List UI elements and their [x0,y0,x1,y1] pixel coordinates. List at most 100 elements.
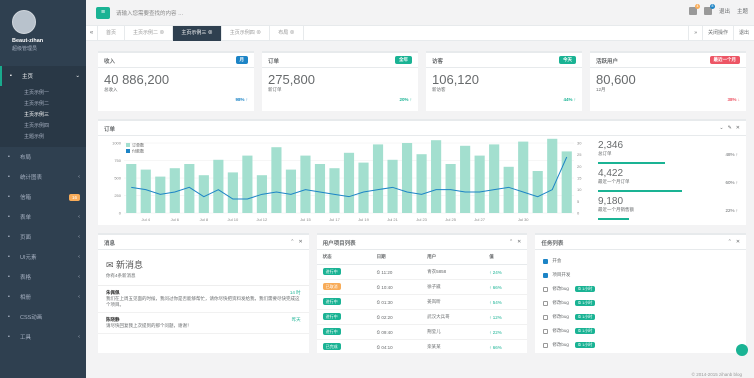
sidebar-item-label: UI元素 [20,255,37,261]
exit-link[interactable]: 退出 [719,7,730,15]
tab-scroll-left-button[interactable]: « [86,25,98,41]
checkbox[interactable] [543,328,549,334]
message-item[interactable]: 陈晓静 昨天 请尽快回复我上次提到的那个问题，谢谢！ [98,313,309,334]
close-icon[interactable]: ✕ [736,125,740,131]
todo-text: 修改bug [552,314,569,319]
table-row[interactable]: 进行中 ⏲ 02:20 武汉大兵哥 ↑ 12% [316,309,528,325]
checkbox[interactable] [543,258,549,264]
collapse-icon[interactable]: ⌄ [719,125,723,131]
table-row[interactable]: 已取消 ⏲ 10:40 徐子崴 ↑ 66% [316,279,528,295]
table-row[interactable]: 进行中 ⏲ 01:30 姜岚昕 ↑ 54% [316,294,528,310]
close-icon[interactable]: ✕ [736,239,740,245]
table-row[interactable]: 进行中 ⏲ 09:40 荆莹儿 ↑ 22% [316,324,528,340]
table-row[interactable]: 进行中 ⏲ 11:20 青衣5858 ↑ 24% [316,264,528,280]
sidebar-item[interactable]: ▪ UI元素 ‹ [0,247,86,267]
envelope-icon[interactable]: 4 [688,4,700,15]
stat-period-label: 最近一个月 [709,56,740,64]
x-tick-label: Jul 27 [474,217,485,222]
close-icon[interactable]: ✕ [517,239,521,245]
todo-item[interactable]: 开会 [535,254,746,268]
table-row[interactable]: 已完成 ⏲ 04:10 栾某某 ↑ 66% [316,339,528,353]
avatar[interactable] [12,10,36,34]
todo-item[interactable]: 修改bug ⏲ 1小时 [535,282,746,296]
submenu-item[interactable]: 主题示例 [0,132,86,143]
sidebar-item[interactable]: ▪ 相册 ‹ [0,287,86,307]
todo-title: 任务列表 [535,235,747,250]
close-icon[interactable]: ✕ [298,239,302,245]
messages-title: 消息 [98,235,309,250]
sidebar-item[interactable]: ▪ 布局 [0,147,86,167]
profile-name[interactable]: Beaut-zihan [12,38,86,44]
bar [300,155,311,213]
x-tick-label: Jul 25 [445,217,456,222]
todo-item[interactable]: 修改bug ⏲ 1小时 [535,338,746,352]
todo-item[interactable]: 项目开发 [535,268,746,282]
chevron-icon: ‹ [78,214,80,220]
tab-item[interactable]: 布局 ⊗ [270,25,304,41]
right-stats: 2,346 总订单 48% ↑ 4,422 最近一个月订单 60% ↑ 9,180 最近一个月… [586,138,746,222]
tab-scroll-right-button[interactable]: » [688,26,702,41]
x-tick-label: Jul 23 [416,217,427,222]
value-cell: ↑ 54% [483,294,528,310]
todo-item[interactable]: 修改bug ⏲ 1小时 [535,310,746,324]
todo-item[interactable]: 修改bug ⏲ 1小时 [535,324,746,338]
sidebar-nav: ▪ 主页 ⌄ 主页示例一 主页示例二 主页示例三 主页示例四 主题示例 ▪ 布局 ▪ 统计图表 ‹ ▪ 信箱… [0,66,86,347]
column-header: 日期 [370,250,422,265]
sidebar-item[interactable]: ▪ 主页 ⌄ [0,66,86,86]
checkbox[interactable] [543,342,549,348]
y2-tick-label: 10 [577,187,582,192]
summary-percent: 60% ↑ [725,180,738,185]
message-item[interactable]: 朱佩佩 14 时我们在上周五见面的时候，我问过你是否能够帮忙，请你尽快把资料发给我… [98,286,309,313]
messages-panel: 消息 ⌃ ✕ ✉ 新消息 你有4条新消息 朱佩佩 14 时我们在上周五见面的时候，我… [98,233,309,353]
submenu-item[interactable]: 主页示例三 [0,110,86,121]
x-tick-label: Jul 6 [171,217,180,222]
todo-item[interactable]: 修改bug ⏲ 1小时 [535,296,746,310]
projects-panel: 用户项目列表 ⌃ ✕ 状态 日期 用户值进行中 ⏲ 11:20 青衣5858 ↑ 24% 已取… [316,233,528,353]
chat-button[interactable] [736,344,748,356]
submenu-item[interactable]: 主页示例四 [0,121,86,132]
status-cell: 进行中 [316,324,371,340]
collapse-icon[interactable]: ⌃ [728,239,732,245]
alerts-badge: 8 [709,4,715,9]
stat-title: 访客 今天 [426,53,582,68]
tab-item[interactable]: 主页示例三 ⊗ [173,25,222,41]
tab-item[interactable]: 首页 [98,25,126,41]
profile-role[interactable]: 超级管理员 [12,45,86,52]
todo-text: 修改bug [552,300,569,305]
bar [329,168,340,213]
x-tick-label: Jul 12 [257,217,268,222]
tab-item[interactable]: 主页示例四 ⊗ [222,25,271,41]
stat-value: 106,120 [432,72,479,87]
tab-exit-button[interactable]: 退出 [732,26,754,41]
menu-toggle-button[interactable]: ≡ [96,7,110,19]
checkbox[interactable] [543,300,549,306]
y-tick-label: 250 [114,193,121,198]
sidebar-item-label: 统计图表 [20,175,43,181]
chevron-icon: ‹ [78,274,80,280]
theme-link[interactable]: 主题 [737,7,748,15]
submenu-item[interactable]: 主页示例一 [0,88,86,99]
sidebar-item[interactable]: ▪ 工具 ‹ [0,327,86,347]
checkbox[interactable] [543,314,549,320]
bell-icon[interactable]: 8 [703,4,715,15]
bar [213,159,224,213]
checkbox[interactable] [543,272,549,278]
sidebar-item[interactable]: ▪ 统计图表 ‹ [0,167,86,187]
bar [460,145,471,213]
collapse-icon[interactable]: ⌃ [509,239,513,245]
tab-item[interactable]: 主页示例二 ⊗ [125,25,174,41]
search-input[interactable]: 请输入您需要查找的内容 … [116,9,184,17]
checkbox[interactable] [543,286,549,292]
submenu-item[interactable]: 主页示例二 [0,99,86,110]
sidebar-item[interactable]: ▪ 页面 ‹ [0,227,86,247]
collapse-icon[interactable]: ⌃ [290,239,294,245]
sidebar-item[interactable]: ▪ 表单 ‹ [0,207,86,227]
summary-label: 总订单 [598,151,612,156]
sidebar-item[interactable]: ▪ 信箱 16 [0,187,86,207]
close-actions-button[interactable]: 关闭操作 [701,26,733,41]
bar [431,140,442,213]
sidebar-item[interactable]: ▪ CSS动画 [0,307,86,327]
sidebar-item[interactable]: ▪ 表格 ‹ [0,267,86,287]
wrench-icon[interactable]: ✎ [728,125,732,131]
summary-progress-bar [598,162,666,164]
